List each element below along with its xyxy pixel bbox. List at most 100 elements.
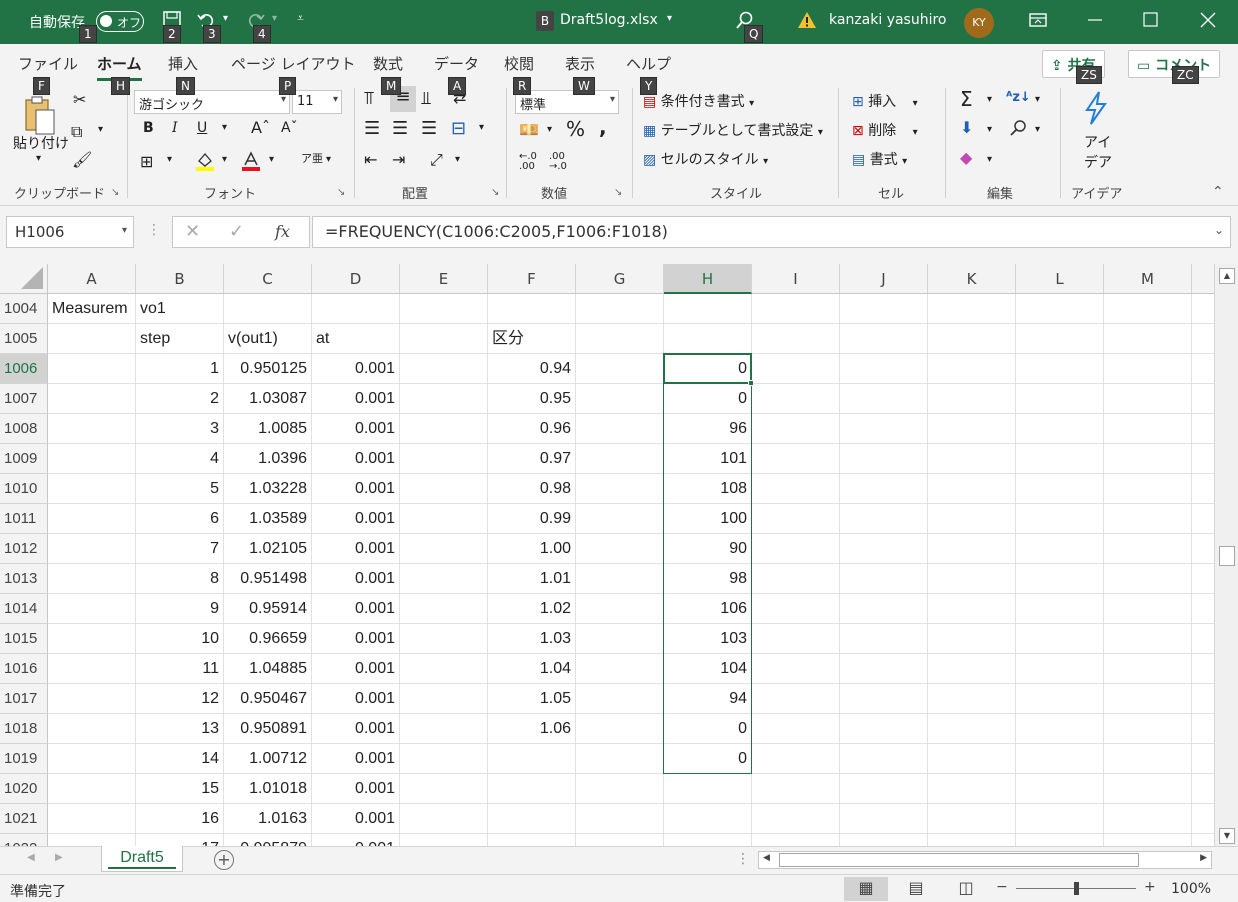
sort-dropdown-icon[interactable]: ▾ [1035,94,1040,105]
cell-b[interactable]: 8 [136,564,224,594]
cell-partial[interactable] [1192,594,1214,624]
cell-partial[interactable] [1192,774,1214,804]
cell-c[interactable]: 1.0163 [224,804,312,834]
cut-icon[interactable]: ✂ [73,90,86,109]
cell-styles-button[interactable]: ▨ セルのスタイル ▾ [643,149,768,169]
cell-a[interactable] [48,504,136,534]
merge-dropdown-icon[interactable]: ▾ [479,122,484,133]
cell-i[interactable] [752,804,840,834]
cell-f[interactable]: 0.98 [488,474,576,504]
accounting-format-icon[interactable]: 💴 [519,120,539,139]
cell-partial[interactable] [1192,564,1214,594]
cell-d[interactable]: 0.001 [312,384,400,414]
font-color-icon[interactable] [240,150,262,172]
cell-h[interactable] [664,774,752,804]
cell-e[interactable] [400,684,488,714]
cell-a[interactable] [48,744,136,774]
file-name[interactable]: Draft5log.xlsx [560,12,658,28]
cell-c[interactable]: 0.95914 [224,594,312,624]
cell-c[interactable]: 0.950891 [224,714,312,744]
row-header[interactable]: 1006 [0,354,48,384]
cell-c[interactable]: 1.0396 [224,444,312,474]
scroll-up-icon[interactable]: ▲ [1219,268,1235,284]
cell-partial[interactable] [1192,624,1214,654]
cell-j[interactable] [840,594,928,624]
cell-k[interactable] [928,354,1016,384]
cell-l[interactable] [1016,714,1104,744]
cell-c[interactable]: 0.96659 [224,624,312,654]
column-header-partial[interactable] [1192,264,1214,294]
cell-k[interactable] [928,414,1016,444]
increase-decimal-icon[interactable]: ←.0.00 [519,152,537,172]
cell-i[interactable] [752,354,840,384]
cell-j[interactable] [840,804,928,834]
column-header-d[interactable]: D [312,264,400,294]
cell-partial[interactable] [1192,384,1214,414]
cell-e[interactable] [400,834,488,846]
cell-j[interactable] [840,414,928,444]
cell-e[interactable] [400,414,488,444]
tab-review[interactable]: 校閲 [504,53,534,74]
cell-f[interactable] [488,294,576,324]
cell-j[interactable] [840,744,928,774]
cell-d[interactable]: 0.001 [312,834,400,846]
cell-h[interactable] [664,294,752,324]
cell-m[interactable] [1104,354,1192,384]
cell-partial[interactable] [1192,744,1214,774]
cell-c[interactable]: 1.03087 [224,384,312,414]
cell-d[interactable]: 0.001 [312,354,400,384]
clipboard-launcher-icon[interactable]: ↘ [111,187,119,198]
cell-l[interactable] [1016,744,1104,774]
cell-g[interactable] [576,654,664,684]
cell-partial[interactable] [1192,834,1214,846]
cell-m[interactable] [1104,654,1192,684]
cell-g[interactable] [576,414,664,444]
column-header-f[interactable]: F [488,264,576,294]
cell-h[interactable]: 0 [664,744,752,774]
cell-d[interactable]: 0.001 [312,714,400,744]
cell-l[interactable] [1016,684,1104,714]
next-sheet-icon[interactable]: ▶ [55,852,63,863]
cell-g[interactable] [576,714,664,744]
cell-m[interactable] [1104,624,1192,654]
redo-dropdown-icon[interactable]: ▾ [272,13,277,24]
cell-b[interactable]: 11 [136,654,224,684]
cell-b[interactable]: 13 [136,714,224,744]
align-left-icon[interactable]: ☰ [364,118,380,139]
cell-e[interactable] [400,654,488,684]
cell-k[interactable] [928,474,1016,504]
cell-k[interactable] [928,384,1016,414]
clear-dropdown-icon[interactable]: ▾ [987,154,992,165]
cell-f[interactable]: 1.02 [488,594,576,624]
cell-k[interactable] [928,444,1016,474]
row-header[interactable]: 1019 [0,744,48,774]
cell-h[interactable]: 0 [664,384,752,414]
cell-i[interactable] [752,744,840,774]
name-box[interactable]: H1006 ▾ [6,216,134,248]
increase-font-size-icon[interactable]: Aˆ [251,118,270,137]
cell-g[interactable] [576,624,664,654]
cell-e[interactable] [400,294,488,324]
cell-m[interactable] [1104,804,1192,834]
find-dropdown-icon[interactable]: ▾ [1035,124,1040,135]
customize-qat-icon[interactable]: ⩡ [297,11,304,26]
enter-icon[interactable]: ✓ [229,221,244,242]
cell-partial[interactable] [1192,444,1214,474]
cell-a[interactable] [48,354,136,384]
zoom-out-icon[interactable]: − [996,879,1008,895]
italic-icon[interactable]: I [172,120,178,136]
cell-g[interactable] [576,354,664,384]
cell-a[interactable] [48,624,136,654]
cell-c[interactable]: 1.04885 [224,654,312,684]
tab-home[interactable]: ホーム [97,53,142,81]
cell-i[interactable] [752,534,840,564]
cell-b[interactable]: 15 [136,774,224,804]
cell-l[interactable] [1016,324,1104,354]
cell-j[interactable] [840,624,928,654]
cell-k[interactable] [928,714,1016,744]
cell-b[interactable]: 2 [136,384,224,414]
tab-split-handle-icon[interactable]: ⋮ [736,851,750,867]
cell-f[interactable]: 1.06 [488,714,576,744]
row-header[interactable]: 1022 [0,834,48,846]
ideas-lightning-icon[interactable] [1081,90,1111,126]
